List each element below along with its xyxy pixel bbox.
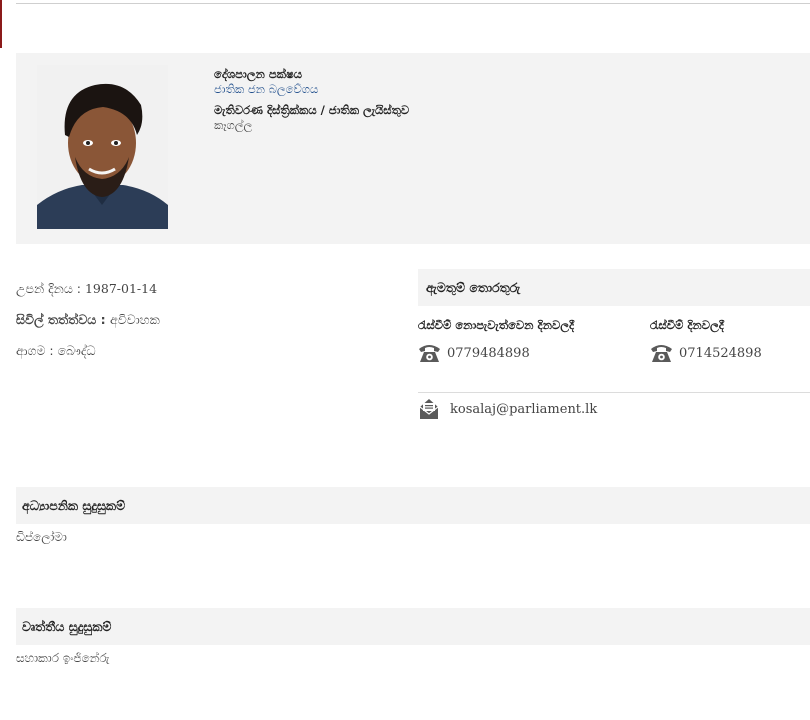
religion-row: ආගම : බෞද්ධ [16, 342, 160, 373]
profile-panel: දේශපාලන පක්ෂය ජාතික ජන බලවේගය මැතිවරණ දි… [16, 53, 810, 244]
non-sitting-label: රැස්වීම් නොපැවැත්වෙන දිනවලදී [418, 318, 575, 332]
personal-details: උපන් දිනය : 1987-01-14 සිවිල් තත්ත්වය : … [16, 280, 160, 373]
contact-header: ඇමතුම් තොරතුරු [418, 269, 810, 306]
civil-status-label: සිවිල් තත්ත්වය : [16, 312, 110, 327]
education-value: ඩිප්ලෝමා [16, 530, 67, 544]
non-sitting-contact: රැස්වීම් නොපැවැත්වෙන දිනවලදී 0779484898 [418, 318, 574, 364]
left-accent-bar [0, 0, 2, 48]
district-label: මැතිවරණ දිස්ත්‍රික්කය / ජාතික ලැයිස්තුව [214, 103, 410, 117]
civil-status-value: අවිවාහක [110, 312, 160, 327]
civil-status-row: සිවිල් තත්ත්වය : අවිවාහක [16, 311, 160, 342]
profile-info: දේශපාලන පක්ෂය ජාතික ජන බලවේගය මැතිවරණ දි… [214, 67, 409, 133]
portrait-image [37, 65, 168, 229]
top-divider [16, 3, 810, 4]
non-sitting-phone[interactable]: 0779484898 [447, 346, 530, 361]
birthdate-value: 1987-01-14 [84, 281, 158, 296]
party-value[interactable]: ජාතික ජන බලවේගය [214, 82, 409, 97]
birthdate-row: උපන් දිනය : 1987-01-14 [16, 280, 160, 311]
education-header: අධ්‍යාපනික සුදුසුකම් [16, 487, 810, 524]
member-photo [37, 65, 168, 229]
telephone-icon [419, 345, 440, 362]
email-address[interactable]: kosalaj@parliament.lk [450, 402, 597, 417]
envelope-icon [419, 399, 439, 419]
party-label: දේශපාලන පක්ෂය [214, 67, 303, 81]
contact-divider [418, 392, 810, 393]
telephone-icon [651, 345, 672, 362]
sitting-label: රැස්වීම් දිනවලදී [650, 318, 724, 332]
sitting-contact: රැස්වීම් දිනවලදී 0714524898 [650, 318, 762, 364]
religion-value: බෞද්ධ [57, 343, 96, 358]
birthdate-label: උපන් දිනය : [16, 281, 85, 296]
sitting-phone[interactable]: 0714524898 [679, 346, 762, 361]
profession-header: වෘත්තීය සුදුසුකම් [16, 608, 810, 645]
religion-label: ආගම : [16, 343, 58, 358]
email-row: kosalaj@parliament.lk [418, 398, 597, 420]
district-value: කෑගල්ල [214, 118, 253, 132]
profession-value: සහාකාර ඉංජිනේරු [16, 651, 110, 665]
